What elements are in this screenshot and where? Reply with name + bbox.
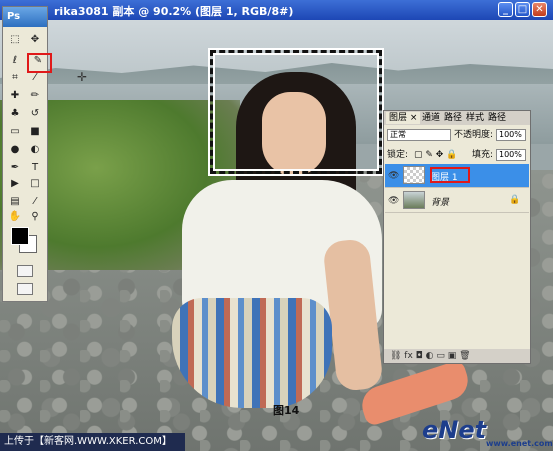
blend-mode-select[interactable]: 正常 <box>387 129 451 141</box>
tab-paths-2[interactable]: 路径 <box>485 112 509 124</box>
upload-footer: 上传于【新客网.WWW.XKER.COM】 <box>0 433 185 451</box>
figure-caption: 图14 <box>273 404 300 417</box>
hand-tool-icon[interactable]: ✋ <box>7 210 23 224</box>
lock-icon: 🔒 <box>509 195 521 205</box>
restore-button[interactable]: □ <box>515 2 530 17</box>
lock-label: 锁定: <box>387 150 409 160</box>
quick-mask-button[interactable] <box>17 265 33 277</box>
pen-tool-icon[interactable]: ✒ <box>7 161 23 175</box>
tab-paths[interactable]: 路径 <box>441 112 465 124</box>
close-button[interactable]: ✕ <box>532 2 547 17</box>
layer-name[interactable]: 背景 <box>431 195 449 208</box>
eye-icon[interactable]: 👁 <box>388 171 399 181</box>
gradient-tool-icon[interactable]: ■ <box>27 125 43 139</box>
enet-logo: eNet <box>422 416 487 444</box>
move-tool-icon[interactable]: ✥ <box>27 33 43 47</box>
blur-tool-icon[interactable]: ● <box>7 143 23 157</box>
healing-brush-tool-icon[interactable]: ✚ <box>7 89 23 103</box>
opacity-label: 不透明度: <box>454 130 494 140</box>
fill-field[interactable]: 100% <box>496 149 526 161</box>
photo-skirt <box>172 298 332 408</box>
document-title: rika3081 副本 @ 90.2% (图层 1, RGB/8#) <box>54 5 294 18</box>
layer-thumbnail <box>403 166 425 184</box>
screen-mode-button[interactable] <box>17 283 33 295</box>
clone-stamp-tool-icon[interactable]: ♣ <box>7 107 23 121</box>
dodge-tool-icon[interactable]: ◐ <box>27 143 43 157</box>
tool-highlight-box <box>27 53 52 73</box>
minimize-button[interactable]: _ <box>498 2 513 17</box>
tab-layers[interactable]: 图层 × <box>386 112 421 124</box>
eyedropper-tool-icon[interactable]: ⁄ <box>27 195 43 209</box>
brush-tool-icon[interactable]: ✏ <box>27 89 43 103</box>
lock-icons[interactable]: ▢ ✎ ✥ 🔒 <box>414 149 457 161</box>
layer-thumbnail <box>403 191 425 209</box>
path-selection-tool-icon[interactable]: ▶ <box>7 177 23 191</box>
notes-tool-icon[interactable]: ▤ <box>7 195 23 209</box>
type-tool-icon[interactable]: T <box>27 161 43 175</box>
enet-url: www.enet.com.cn <box>486 439 553 448</box>
toolbox: Ps ⬚ ✥ ℓ ✎ ⌗ ⁄ ✚ ✏ ♣ ↺ ▭ ■ ● ◐ ✒ T ▶ □ ▤… <box>2 6 52 302</box>
marquee-tool-icon[interactable]: ⬚ <box>7 33 23 47</box>
layer-name-highlight-box <box>430 167 470 183</box>
fill-label: 填充: <box>472 150 494 160</box>
zoom-tool-icon[interactable]: ⚲ <box>27 210 43 224</box>
foreground-color-swatch[interactable] <box>11 227 29 245</box>
selection-marquee[interactable] <box>210 50 382 174</box>
tab-channels[interactable]: 通道 <box>419 112 443 124</box>
opacity-field[interactable]: 100% <box>496 129 526 141</box>
panel-tabs: 图层 × 通道 路径 样式 路径 <box>384 111 530 125</box>
eye-icon[interactable]: 👁 <box>388 196 399 206</box>
photoshop-screen: rika3081 副本 @ 90.2% (图层 1, RGB/8#) _ □ ✕… <box>0 0 553 451</box>
slice-tool-icon[interactable]: ⁄ <box>27 71 43 85</box>
ps-logo: Ps <box>3 7 47 27</box>
tab-styles[interactable]: 样式 <box>463 112 487 124</box>
lasso-tool-icon[interactable]: ℓ <box>7 54 23 68</box>
history-brush-tool-icon[interactable]: ↺ <box>27 107 43 121</box>
layers-panel: 图层 × 通道 路径 样式 路径 正常 不透明度: 100% 锁定: ▢ ✎ ✥… <box>383 110 531 364</box>
crosshair-cursor-icon: ✛ <box>77 70 88 84</box>
crop-tool-icon[interactable]: ⌗ <box>7 71 23 85</box>
shape-tool-icon[interactable]: □ <box>27 177 43 191</box>
document-titlebar: rika3081 副本 @ 90.2% (图层 1, RGB/8#) _ □ ✕ <box>0 0 553 20</box>
eraser-tool-icon[interactable]: ▭ <box>7 125 23 139</box>
panel-bottom-icons[interactable]: ⛓ fx ◘ ◐ ▭ ▣ 🗑 <box>384 349 471 363</box>
layer-row-background[interactable]: 👁 背景 🔒 <box>385 189 529 213</box>
layer-row-1[interactable]: 👁 图层 1 <box>385 164 529 188</box>
panel-bottom-bar: ⛓ fx ◘ ◐ ▭ ▣ 🗑 <box>384 349 530 363</box>
